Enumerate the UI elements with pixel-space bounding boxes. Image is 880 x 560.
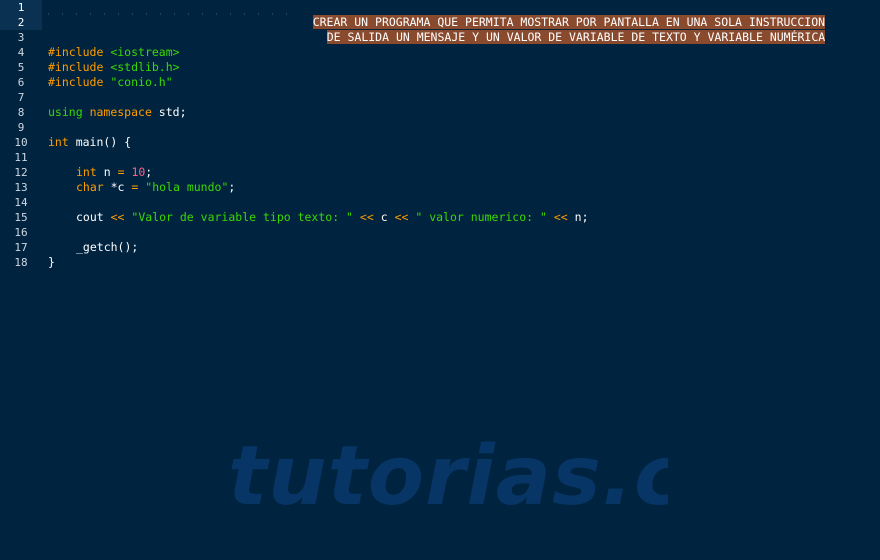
line-number: 12	[14, 166, 28, 179]
main-signature: main() {	[68, 135, 132, 149]
variable-name: c	[373, 210, 395, 224]
line-number: 18	[14, 256, 28, 269]
line-number: 7	[17, 91, 25, 104]
preprocessor-keyword: #include	[48, 75, 104, 89]
line-number: 11	[14, 151, 28, 164]
code-line-close-brace[interactable]: }	[48, 255, 55, 270]
stream-operator: <<	[110, 210, 125, 224]
line-number: 13	[14, 181, 28, 194]
line-number: 1	[0, 0, 42, 15]
variable-name: n;	[567, 210, 589, 224]
code-line-include-iostream[interactable]: #include <iostream>	[48, 45, 180, 60]
code-line-int-n[interactable]: int n = 10;	[76, 165, 152, 180]
variable-name: *c	[103, 180, 132, 194]
function-call: _getch();	[76, 240, 139, 254]
code-line-cout[interactable]: cout << "Valor de variable tipo texto: "…	[76, 210, 589, 225]
code-line-char-c[interactable]: char *c = "hola mundo";	[76, 180, 235, 195]
comment-line-2[interactable]: DE SALIDA UN MENSAJE Y UN VALOR DE VARIA…	[299, 15, 826, 44]
line-number: 5	[17, 61, 25, 74]
number-literal: 10	[131, 165, 146, 179]
semicolon: ;	[228, 180, 236, 194]
indent-guides	[48, 0, 288, 30]
string-literal: "hola mundo"	[145, 180, 229, 194]
semicolon: ;	[145, 165, 153, 179]
string-literal: "Valor de variable tipo texto: "	[131, 210, 353, 224]
preprocessor-keyword: #include	[48, 45, 104, 59]
line-number: 6	[17, 76, 25, 89]
line-number: 17	[14, 241, 28, 254]
line-number: 3	[17, 31, 25, 44]
stream-operator: <<	[394, 210, 409, 224]
line-number: 16	[14, 226, 28, 239]
line-number: 14	[14, 196, 28, 209]
type-keyword: int	[76, 165, 97, 179]
code-line-using-namespace[interactable]: using namespace std;	[48, 105, 187, 120]
stream-operator: <<	[359, 210, 374, 224]
stream-operator: <<	[553, 210, 568, 224]
cout-identifier: cout	[76, 210, 111, 224]
line-number: 10	[14, 136, 28, 149]
assign-operator: =	[117, 165, 125, 179]
using-keyword: using	[48, 105, 83, 119]
selected-text: DE SALIDA UN MENSAJE Y UN VALOR DE VARIA…	[326, 30, 826, 44]
code-line-getch[interactable]: _getch();	[76, 240, 138, 255]
code-line-include-stdlib[interactable]: #include <stdlib.h>	[48, 60, 180, 75]
assign-operator: =	[131, 180, 139, 194]
preprocessor-keyword: #include	[48, 60, 104, 74]
namespace-name: std;	[151, 105, 187, 119]
namespace-keyword: namespace	[89, 105, 152, 119]
string-literal: " valor numerico: "	[415, 210, 547, 224]
code-editor[interactable]: 1 2 3 4 5 6 7 8 9 10 11 12 13 14 15 16 17 18 CREAR UN PRO…	[0, 0, 880, 560]
type-keyword: int	[48, 135, 69, 149]
closing-brace: }	[48, 255, 55, 269]
line-number: 15	[14, 211, 28, 224]
line-number: 9	[17, 121, 25, 134]
type-keyword: char	[76, 180, 104, 194]
code-line-include-conio[interactable]: #include "conio.h"	[48, 75, 173, 90]
watermark-logo: tutorias.co	[228, 432, 668, 522]
comment-line-1[interactable]: CREAR UN PROGRAMA QUE PERMITA MOSTRAR PO…	[285, 0, 826, 29]
line-number: 2	[0, 15, 42, 30]
include-target: <stdlib.h>	[110, 60, 180, 74]
variable-name: n	[96, 165, 118, 179]
include-target: "conio.h"	[110, 75, 173, 89]
code-line-main[interactable]: int main() {	[48, 135, 131, 150]
line-number: 4	[17, 46, 25, 59]
line-number: 8	[17, 106, 25, 119]
include-target: <iostream>	[110, 45, 180, 59]
